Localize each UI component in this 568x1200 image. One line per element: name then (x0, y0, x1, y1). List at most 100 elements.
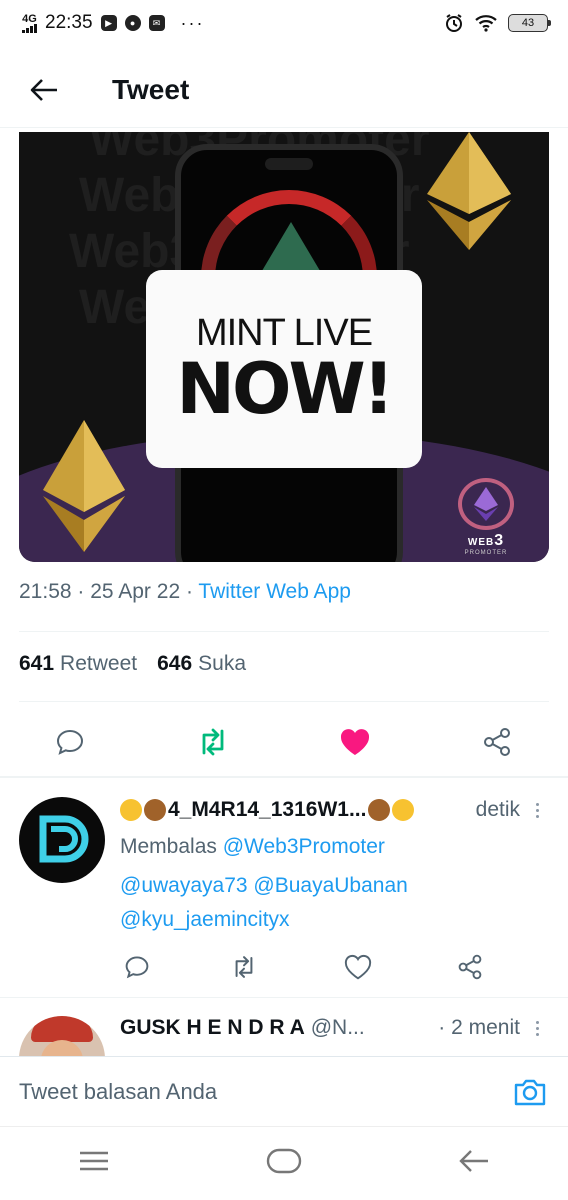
retweet-button[interactable] (195, 724, 231, 760)
app-notification-icon: ● (124, 15, 141, 31)
monkey-emoji-icon (144, 799, 166, 821)
reply-time: detik (475, 798, 520, 821)
share-button[interactable] (479, 724, 515, 760)
like-button[interactable] (337, 724, 373, 760)
retweet-icon (202, 728, 224, 756)
alarm-icon (446, 14, 462, 32)
youtube-notification-icon: ▶ (100, 15, 117, 31)
sun-emoji-icon (392, 799, 415, 821)
ethereum-logo-icon (427, 132, 511, 250)
more-notifications-icon: ··· (180, 12, 205, 33)
network-type: 4G (22, 12, 37, 25)
divider (19, 631, 549, 632)
divider (19, 701, 549, 702)
reply-time: · 2 menit (438, 1016, 520, 1039)
back-button[interactable] (16, 62, 72, 118)
share-icon (458, 954, 482, 980)
share-button[interactable] (455, 952, 485, 982)
app-header: Tweet (0, 52, 568, 128)
menu-icon (80, 1151, 108, 1171)
replying-label: Membalas (120, 835, 217, 858)
mention-link[interactable]: @BuayaUbanan (253, 874, 407, 897)
heart-icon (340, 729, 370, 755)
home-button[interactable] (266, 1148, 302, 1179)
mentions-line: @uwayaya73 @BuayaUbanan (120, 868, 408, 904)
more-options-button[interactable] (527, 798, 547, 822)
signal-icon (22, 23, 37, 33)
avatar[interactable] (19, 1016, 105, 1056)
retweet-label: Retweet (60, 652, 138, 675)
system-back-button[interactable] (458, 1148, 490, 1179)
tweet-timestamp: 21:58 · 25 Apr 22 · Twitter Web App (19, 580, 351, 604)
mention-link[interactable]: @kyu_jaemincityx (120, 908, 290, 931)
badge-web-text: WEB (467, 537, 495, 548)
status-bar: 4G 22:35 ▶ ● ✉ ··· 43 (0, 0, 568, 46)
tweet-stats: 641 Retweet 646 Suka (19, 652, 246, 676)
back-nav-icon (459, 1150, 488, 1172)
reply-header: GUSK H E N D R A @N... · 2 menit (120, 1016, 520, 1040)
replying-to-line: Membalas @Web3Promoter (120, 829, 385, 865)
retweet-button[interactable] (229, 952, 259, 982)
mint-live-text: MINT LIVE (195, 312, 373, 354)
home-icon (266, 1148, 302, 1174)
sun-emoji-icon (120, 799, 142, 821)
heart-icon (344, 954, 372, 980)
battery-level: 43 (521, 17, 535, 29)
monkey-emoji-icon (368, 799, 391, 821)
system-nav-bar (0, 1126, 568, 1200)
avatar[interactable] (19, 797, 105, 883)
like-number: 646 (157, 652, 193, 675)
reply-header[interactable]: 4_M4R14_1316W1... detik (120, 798, 520, 822)
web3-promoter-logo: WEB3 PROMOTER (451, 478, 521, 556)
mentions-line: @kyu_jaemincityx (120, 902, 290, 938)
recent-apps-button[interactable] (78, 1150, 110, 1177)
badge-number-text: 3 (494, 532, 505, 549)
mint-live-card: MINT LIVE NOW! (146, 270, 422, 468)
reply-item[interactable]: GUSK H E N D R A @N... · 2 menit (0, 1000, 568, 1056)
reply-icon (125, 956, 149, 979)
now-text: NOW! (176, 348, 394, 430)
reply-author-name: GUSK H E N D R A (120, 1016, 305, 1039)
like-label: Suka (198, 652, 247, 675)
camera-button[interactable] (512, 1074, 548, 1110)
avatar-hat (31, 1016, 93, 1042)
divider (0, 997, 568, 998)
dg-logo-icon (39, 815, 89, 863)
back-arrow-icon (30, 78, 57, 101)
clock: 22:35 (45, 12, 93, 33)
promoter-label: PROMOTER (464, 550, 508, 556)
mention-link[interactable]: @Web3Promoter (223, 835, 385, 858)
reply-author-name: 4_M4R14_1316W1... (168, 798, 367, 821)
like-button[interactable] (343, 952, 373, 982)
network-indicator: 4G (22, 12, 37, 33)
time-date: 21:58 · 25 Apr 22 · (19, 580, 199, 603)
like-count[interactable]: 646 Suka (157, 652, 246, 676)
web3-ring-icon (458, 478, 514, 530)
page-title: Tweet (112, 73, 190, 105)
retweet-count[interactable]: 641 Retweet (19, 652, 137, 676)
battery-icon: 43 (508, 14, 551, 32)
retweet-icon (235, 956, 253, 978)
mention-link[interactable]: @uwayaya73 (120, 874, 248, 897)
ethereum-small-icon (474, 487, 498, 521)
reply-handle: @N... (310, 1016, 365, 1039)
ethereum-logo-icon (43, 420, 125, 552)
web3-label: WEB3 (468, 532, 504, 550)
reply-input[interactable]: Tweet balasan Anda (19, 1079, 217, 1105)
avatar-face (41, 1040, 83, 1056)
reply-button[interactable] (122, 952, 152, 982)
more-options-button[interactable] (527, 1016, 547, 1040)
wifi-icon (475, 15, 497, 32)
tweet-actions (0, 716, 568, 766)
reply-icon (56, 729, 84, 755)
retweet-number: 641 (19, 652, 55, 675)
reply-button[interactable] (52, 724, 88, 760)
section-divider (0, 776, 568, 778)
share-icon (484, 728, 510, 756)
camera-icon (514, 1079, 546, 1105)
phone-notch (265, 158, 313, 170)
tweet-image[interactable]: Web3Promoter Web3Promoter Web3Promoter W… (19, 132, 549, 562)
reply-compose-bar[interactable]: Tweet balasan Anda (0, 1056, 568, 1126)
mail-notification-icon: ✉ (148, 15, 165, 31)
source-link[interactable]: Twitter Web App (198, 580, 351, 603)
